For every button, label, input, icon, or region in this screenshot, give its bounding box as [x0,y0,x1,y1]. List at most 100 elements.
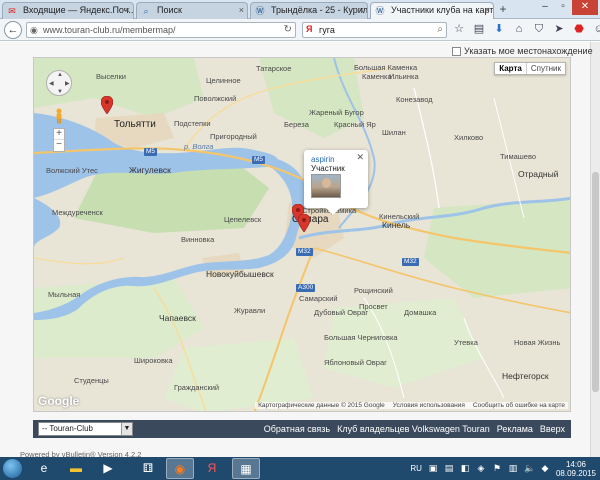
close-icon[interactable]: × [239,3,244,18]
map-copyright: Картографические данные © 2015 Google [258,402,385,409]
adblock-icon[interactable]: ⬣ [572,22,586,36]
send-icon[interactable]: ➤ [552,22,566,36]
close-window-icon[interactable]: ✕ [572,0,598,15]
tab-tryndelka[interactable]: Ⓦ Трындёлка - 25 - Курилк... × [250,2,368,19]
search-icon[interactable]: ⌕ [437,24,443,35]
road-badge-m32: M32 [402,258,419,266]
tray-app-icon[interactable]: ◆ [540,463,550,474]
show-location-option[interactable]: Указать мое местонахождение [452,45,593,57]
volume-icon[interactable]: 🔈 [524,463,535,474]
url-bar[interactable]: ◉ www.touran-club.ru/membermap/ ↻ [26,22,296,38]
new-tab-button[interactable]: + [496,3,510,17]
map-label-grazhdansky: Гражданский [174,383,220,392]
tab-members-map[interactable]: Ⓦ Участники клуба на карт... × [370,2,494,19]
star-icon[interactable]: ☆ [452,22,466,36]
tray-app-icon[interactable]: ▤ [444,463,454,474]
pan-left-icon[interactable]: ◀ [49,80,54,87]
scrollbar-thumb[interactable] [592,172,599,392]
map-terms-link[interactable]: Условия использования [393,402,465,409]
pan-down-icon[interactable]: ▼ [57,89,63,95]
map-label-mezhdurechensk: Междуреченск [52,208,103,217]
map-label-tsepelevsk: Цепелевск [224,215,262,224]
member-marker[interactable] [298,214,310,232]
download-icon[interactable]: ⬇ [492,22,506,36]
map-label-mylnaya: Мыльная [48,290,81,299]
windows-taskbar: e ▬ ▶ ⚅ ◉ Я ▦ RU ▣ ▤ ◧ ◈ ⚑ ▥ 🔈 ◆ 14:06 0… [0,457,600,480]
popup-role: Участник [311,164,345,173]
map-label-volzhsky-utes: Волжский Утес [46,166,98,175]
map-label-roshchinsky: Рощинский [354,286,393,295]
member-marker[interactable] [101,96,113,114]
pan-up-icon[interactable]: ▲ [57,72,63,78]
footer-link-club[interactable]: Клуб владельцев Volkswagen Touran [337,424,490,434]
toolbar-icons: ☆ ▤ ⬇ ⌂ ⛉ ➤ ⬣ ☺ ≡ [452,22,600,36]
map-report-link[interactable]: Сообщить об ошибке на карте [473,402,565,409]
tab-search[interactable]: ⌕ Поиск × [136,2,248,19]
ie-icon[interactable]: e [30,458,58,479]
start-button[interactable] [3,459,22,478]
map-type-satellite-button[interactable]: Спутник [527,63,565,74]
map-label-zhigulevsk: Жигулевск [129,165,171,175]
yandex-browser-icon[interactable]: Я [198,458,226,479]
street-view-pegman-icon[interactable] [54,108,64,124]
footer-link-top[interactable]: Вверх [540,424,565,434]
tray-app-icon[interactable]: ▣ [428,463,438,474]
tab-yandex-mail[interactable]: ✉ Входящие — Яндекс.Поч... × [2,2,134,19]
clipboard-icon[interactable]: ▤ [472,22,486,36]
show-location-checkbox[interactable] [452,46,461,56]
window-controls: – ▫ ✕ [536,0,598,19]
style-select[interactable]: -- Touran-Club ▼ [38,422,133,436]
map-label-bolshaya-kamenka: Большая Каменка [354,63,418,72]
map-label-shilan: Шилан [382,128,406,137]
reload-icon[interactable]: ↻ [284,24,292,35]
tray-app-icon[interactable]: ◧ [460,463,470,474]
url-text: www.touran-club.ru/membermap/ [43,25,176,35]
google-logo: Google [38,394,80,408]
close-icon[interactable]: × [125,3,130,18]
folder-icon[interactable]: ▬ [62,458,90,479]
footer-link-ads[interactable]: Реклама [497,424,533,434]
close-icon[interactable]: ✕ [356,152,364,163]
minimize-icon[interactable]: – [536,0,554,15]
smiley-icon[interactable]: ☺ [592,22,600,36]
map-label-bolshaya-chernigovka: Большая Черниговка [324,333,398,342]
chevron-down-icon[interactable]: ▼ [121,423,132,435]
browser-nav-bar: ← ◉ www.touran-club.ru/membermap/ ↻ Я гу… [0,19,600,41]
network-icon[interactable]: ▥ [508,463,518,474]
map-label-vyselki: Выселки [96,72,126,81]
map-label-krasny-yar: Красный Яр [334,120,376,129]
home-icon[interactable]: ⌂ [512,22,526,36]
footer-link-feedback[interactable]: Обратная связь [264,424,330,434]
popup-username-link[interactable]: aspirin [311,155,335,164]
flag-icon[interactable]: ⚑ [492,463,502,474]
map-label-podstepki: Подстепки [174,119,211,128]
close-icon[interactable]: × [359,3,364,18]
pan-right-icon[interactable]: ▶ [65,80,70,87]
back-button[interactable]: ← [4,21,22,39]
shield-icon[interactable]: ⛉ [532,22,546,36]
close-icon[interactable]: × [485,3,490,18]
maximize-icon[interactable]: ▫ [554,0,572,15]
map-label-tolyatti: Тольятти [114,119,156,130]
media-player-icon[interactable]: ▶ [94,458,122,479]
avatar[interactable] [311,174,341,198]
language-indicator[interactable]: RU [410,464,422,473]
search-input[interactable]: Я гуга ⌕ [302,22,447,38]
members-map[interactable]: ▲ ▼ ◀ ▶ + − Карта Спутник Тольятти Самар… [33,57,571,412]
map-label-studentsy: Студенцы [74,376,109,385]
zoom-out-button[interactable]: − [54,140,64,151]
page-scrollbar[interactable] [590,42,600,457]
clock[interactable]: 14:06 08.09.2015 [556,460,596,478]
map-type-map-button[interactable]: Карта [495,63,527,74]
map-label-novokuybyshevsk: Новокуйбышевск [206,269,274,279]
browser-tab-bar: ✉ Входящие — Яндекс.Поч... × ⌕ Поиск × Ⓦ… [0,0,600,19]
tray-app-icon[interactable]: ◈ [476,463,486,474]
tab-label: Участники клуба на карт... [391,5,494,15]
map-label-tselinnoe: Целинное [206,76,241,85]
map-pan-control[interactable]: ▲ ▼ ◀ ▶ [46,70,72,96]
vw-logo-icon: Ⓦ [255,6,265,16]
dice-app-icon[interactable]: ⚅ [134,458,162,479]
firefox-icon[interactable]: ◉ [166,458,194,479]
map-label-yablonovy-ovrag: Яблоновый Овраг [324,358,387,367]
paint-icon[interactable]: ▦ [232,458,260,479]
